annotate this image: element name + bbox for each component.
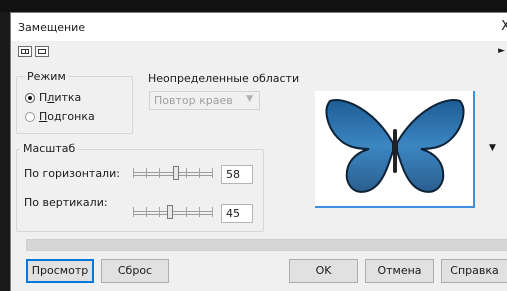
help-button[interactable]: Справка <box>441 259 507 283</box>
preview-button[interactable]: Просмотр <box>26 259 94 283</box>
slider-tick <box>146 207 147 217</box>
split-view-icon <box>21 49 29 54</box>
title-bar: Замещение X <box>11 13 507 41</box>
horizontal-label: По горизонтали: <box>24 167 120 180</box>
radio-unchecked-icon <box>25 111 35 122</box>
reset-button[interactable]: Сброс <box>101 259 169 283</box>
preview-edge <box>473 91 475 208</box>
chevron-down-icon: ▼ <box>246 94 253 104</box>
slider-tick <box>212 168 213 178</box>
split-view-button[interactable] <box>18 46 32 57</box>
slider-tick <box>133 168 134 178</box>
mode-group <box>16 76 133 134</box>
radio-checked-icon <box>25 92 35 103</box>
slider-tick <box>133 207 134 217</box>
horizontal-slider[interactable] <box>133 166 213 180</box>
mode-legend: Режим <box>24 70 69 83</box>
fit-label: Подгонка <box>39 110 95 123</box>
vertical-label: По вертикали: <box>24 196 108 209</box>
slider-tick <box>159 207 160 217</box>
undefined-areas-value: Повтор краев <box>154 94 233 107</box>
progress-bar <box>26 239 507 251</box>
vertical-slider[interactable] <box>133 205 213 219</box>
expand-arrow-icon[interactable]: ► <box>498 46 505 56</box>
undefined-areas-label: Неопределенные области <box>148 72 300 85</box>
undefined-areas-combo[interactable]: Повтор краев ▼ <box>149 91 260 110</box>
dialog-title: Замещение <box>18 21 86 34</box>
slider-thumb[interactable] <box>173 166 179 180</box>
pattern-preview <box>315 91 475 208</box>
slider-tick <box>146 168 147 178</box>
slider-tick <box>199 207 200 217</box>
background-strip <box>0 0 507 12</box>
horizontal-input[interactable]: 58 <box>221 165 253 184</box>
replace-dialog: Замещение X ► Режим Плитка Подгонка Неоп… <box>10 12 507 291</box>
slider-thumb[interactable] <box>167 205 173 219</box>
close-icon[interactable]: X <box>501 19 507 34</box>
ok-button[interactable]: OK <box>289 259 358 283</box>
tile-radio[interactable]: Плитка <box>25 91 81 104</box>
scale-legend: Масштаб <box>20 142 79 155</box>
preview-edge <box>315 206 475 208</box>
slider-tick <box>186 207 187 217</box>
slider-tick <box>199 168 200 178</box>
slider-tick <box>212 207 213 217</box>
butterfly-image <box>325 99 465 193</box>
single-view-icon <box>38 49 46 54</box>
slider-track <box>133 211 213 215</box>
vertical-input[interactable]: 45 <box>221 204 253 223</box>
single-view-button[interactable] <box>35 46 49 57</box>
fit-radio[interactable]: Подгонка <box>25 110 95 123</box>
cancel-button[interactable]: Отмена <box>365 259 434 283</box>
preview-dropdown-icon[interactable]: ▼ <box>489 143 496 153</box>
slider-tick <box>159 168 160 178</box>
slider-tick <box>186 168 187 178</box>
tile-label: Плитка <box>39 91 82 104</box>
